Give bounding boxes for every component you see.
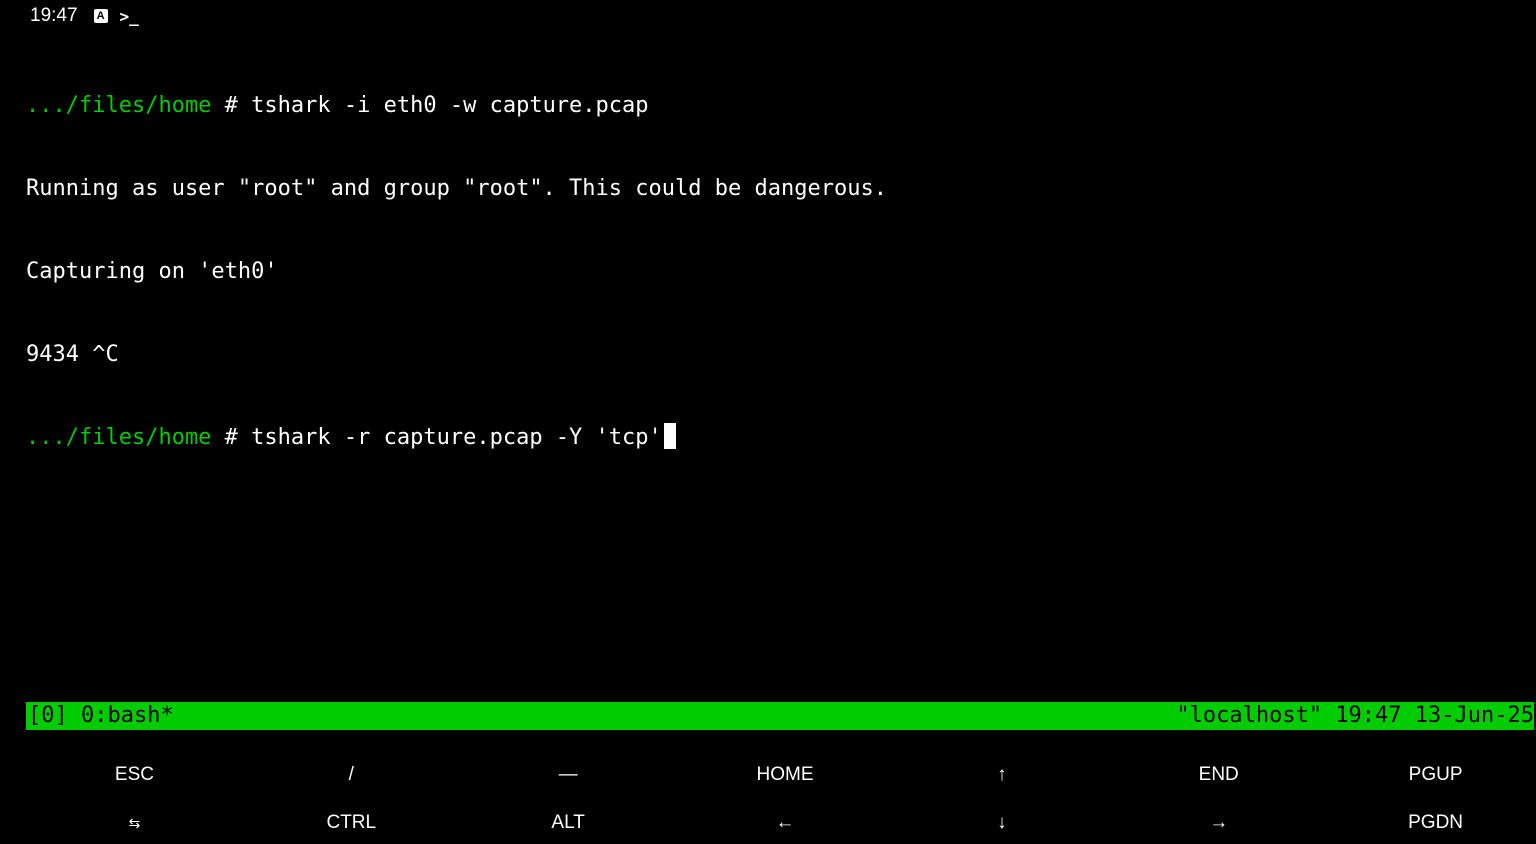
extra-keys-bar: ESC / — HOME ↑ END PGUP ⇆ CTRL ALT ← ↓ →… xyxy=(26,748,1536,844)
tab-key[interactable]: ⇆ xyxy=(26,802,243,844)
tmux-window-list[interactable]: [0] 0:bash* xyxy=(28,702,174,730)
output-text: Running as user "root" and group "root".… xyxy=(26,175,887,201)
terminal-line: 9434 ^C xyxy=(26,341,887,369)
dash-key[interactable]: — xyxy=(460,748,677,802)
alt-key[interactable]: ALT xyxy=(460,802,677,844)
notification-a-icon: A xyxy=(93,9,108,23)
extra-keys-row-1: ESC / — HOME ↑ END PGUP xyxy=(26,748,1536,802)
status-time: 19:47 xyxy=(30,5,78,26)
esc-key[interactable]: ESC xyxy=(26,748,243,802)
slash-key[interactable]: / xyxy=(243,748,460,802)
ctrl-key[interactable]: CTRL xyxy=(243,802,460,844)
terminal-line: Capturing on 'eth0' xyxy=(26,258,887,286)
arrow-right-key[interactable]: → xyxy=(1110,802,1327,844)
command-input[interactable]: # tshark -r capture.pcap -Y 'tcp' xyxy=(211,425,662,450)
prompt-path: .../files/home xyxy=(26,425,212,451)
arrow-left-key[interactable]: ← xyxy=(677,802,894,844)
terminal-line: .../files/home # tshark -i eth0 -w captu… xyxy=(26,92,887,120)
pgdn-key[interactable]: PGDN xyxy=(1327,802,1536,844)
end-key[interactable]: END xyxy=(1110,748,1327,802)
pgup-key[interactable]: PGUP xyxy=(1327,748,1536,802)
arrow-down-key[interactable]: ↓ xyxy=(893,802,1110,844)
terminal-output[interactable]: .../files/home # tshark -i eth0 -w captu… xyxy=(26,37,887,479)
android-status-bar: 19:47 A >_ xyxy=(30,4,139,28)
prompt-path: .../files/home xyxy=(26,93,212,119)
command-text: # tshark -i eth0 -w capture.pcap xyxy=(211,93,649,119)
tmux-status-bar: [0] 0:bash* "localhost" 19:47 13-Jun-25 xyxy=(26,702,1534,730)
output-text: 9434 ^C xyxy=(26,341,119,367)
output-text: Capturing on 'eth0' xyxy=(26,258,278,284)
arrow-up-key[interactable]: ↑ xyxy=(893,748,1110,802)
extra-keys-row-2: ⇆ CTRL ALT ← ↓ → PGDN xyxy=(26,802,1536,844)
home-key[interactable]: HOME xyxy=(677,748,894,802)
terminal-icon: >_ xyxy=(119,6,139,26)
terminal-line: Running as user "root" and group "root".… xyxy=(26,175,887,203)
terminal-input-line[interactable]: .../files/home # tshark -r capture.pcap … xyxy=(26,423,887,451)
tmux-host-clock: "localhost" 19:47 13-Jun-25 xyxy=(1176,703,1534,728)
text-cursor xyxy=(663,423,676,450)
